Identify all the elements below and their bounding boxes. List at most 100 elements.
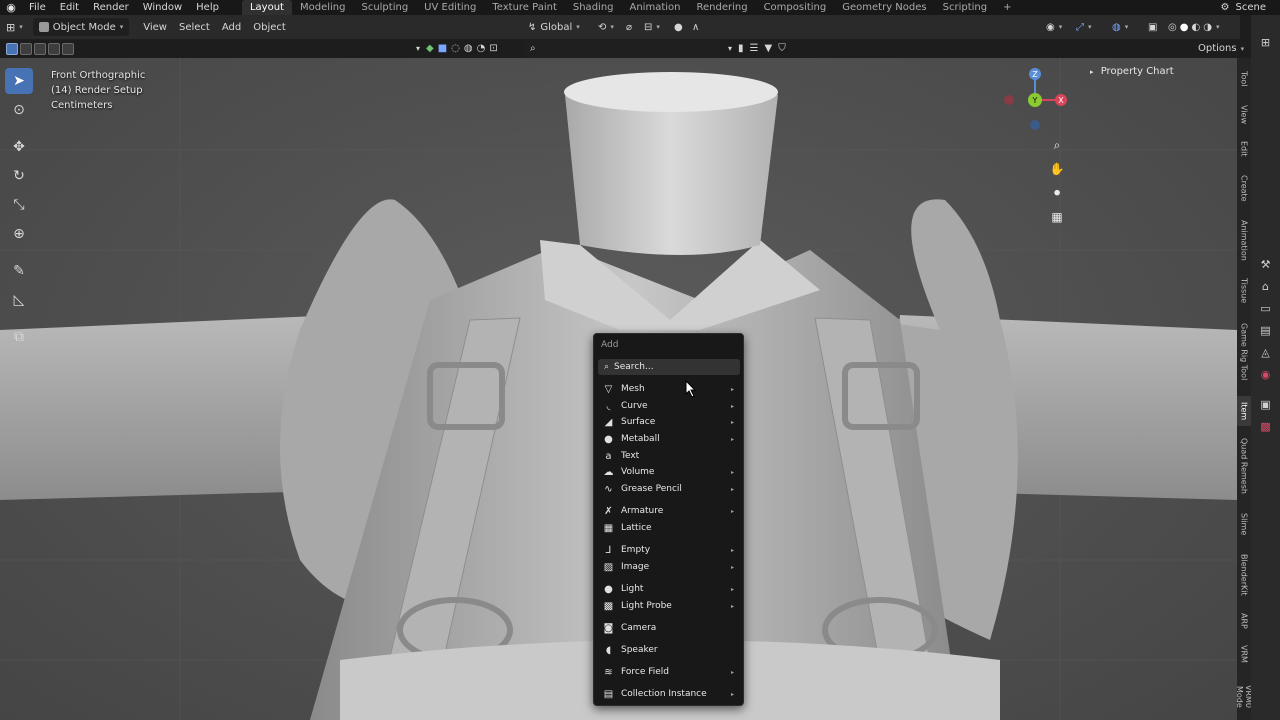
rotate-tool-icon[interactable]: ↻ <box>5 163 33 189</box>
menu-item-mesh[interactable]: ▽ Mesh ▸ <box>598 381 740 397</box>
select-subtract-icon[interactable] <box>34 42 46 55</box>
menu-item-light-probe[interactable]: ▩ Light Probe ▸ <box>598 598 740 614</box>
snap-icon[interactable]: ⌀ <box>620 18 638 36</box>
menu-item-force-field[interactable]: ≋ Force Field ▸ <box>598 664 740 680</box>
side-tab-quad-remesh[interactable]: Quad Remesh <box>1237 432 1251 500</box>
outliner-search-input[interactable]: ⌕ <box>524 39 720 58</box>
scene-properties-icon[interactable]: ◬ <box>1251 341 1280 363</box>
side-tab-animation[interactable]: Animation <box>1237 214 1251 266</box>
mode-dropdown[interactable]: Object Mode ▾ <box>32 18 130 36</box>
side-tab-vrm0-mode[interactable]: VRM0 Mode <box>1235 674 1253 720</box>
menu-item-curve[interactable]: ◟ Curve ▸ <box>598 398 740 414</box>
add-cube-tool-icon[interactable]: ⧉ <box>5 324 33 350</box>
scene-globe-icon[interactable]: ◆ <box>426 43 434 54</box>
tab-animation[interactable]: Animation <box>622 0 689 15</box>
material-filter-icon[interactable]: ◍ <box>464 43 473 54</box>
side-tab-view[interactable]: View <box>1237 100 1251 128</box>
tab-layout[interactable]: Layout <box>241 0 292 15</box>
navigation-gizmo[interactable]: Z Y X <box>995 62 1075 142</box>
list-view-icon[interactable]: ☰ <box>750 43 759 54</box>
tab-geometry-nodes[interactable]: Geometry Nodes <box>834 0 934 15</box>
tab-shading[interactable]: Shading <box>565 0 622 15</box>
cursor-tool-icon[interactable]: ⊙ <box>5 97 33 123</box>
menu-item-camera[interactable]: ◙ Camera <box>598 620 740 636</box>
tab-uv-editing[interactable]: UV Editing <box>416 0 484 15</box>
tab-sculpting[interactable]: Sculpting <box>353 0 416 15</box>
menu-help[interactable]: Help <box>189 0 226 15</box>
tool-properties-icon[interactable]: ⚒ <box>1251 253 1280 275</box>
options-dropdown[interactable]: Options ▾ <box>1192 40 1250 58</box>
transform-orientation-dropdown[interactable]: ↯ Global ▾ <box>522 18 586 36</box>
world-properties-icon[interactable]: ◉ <box>1251 363 1280 385</box>
material-shading-icon[interactable]: ◐ <box>1191 22 1200 33</box>
scale-tool-icon[interactable]: ⤡ <box>5 192 33 218</box>
overlay-toggle-icon[interactable]: ◍ ▾ <box>1106 18 1134 36</box>
menu-add[interactable]: Add <box>216 18 247 36</box>
xray-icon[interactable]: ▣ <box>1142 18 1163 36</box>
render-properties-icon[interactable]: ⌂ <box>1251 275 1280 297</box>
menu-window[interactable]: Window <box>136 0 189 15</box>
select-intersect-icon[interactable] <box>62 42 74 55</box>
add-menu-search-input[interactable]: ⌕ Search... <box>598 359 740 375</box>
light-filter-icon[interactable]: ◔ <box>477 43 486 54</box>
move-tool-icon[interactable]: ✥ <box>5 134 33 160</box>
side-tab-edit[interactable]: Edit <box>1237 136 1251 162</box>
rendered-shading-icon[interactable]: ◑ <box>1203 22 1212 33</box>
select-new-icon[interactable] <box>6 42 18 55</box>
menu-item-empty[interactable]: ⅃ Empty ▸ <box>598 542 740 558</box>
menu-item-grease-pencil[interactable]: ∿ Grease Pencil ▸ <box>598 481 740 497</box>
side-tab-tool[interactable]: Tool <box>1237 64 1251 94</box>
select-box-tool-icon[interactable]: ➤ <box>5 68 33 94</box>
scene-selector[interactable]: ⚙ Scene <box>1221 0 1266 15</box>
side-tab-game-rig-tool[interactable]: Game Rig Tool <box>1237 316 1251 388</box>
menu-select[interactable]: Select <box>173 18 216 36</box>
menu-item-armature[interactable]: ✗ Armature ▸ <box>598 503 740 519</box>
shield-icon[interactable]: ⛉ <box>778 43 786 54</box>
dropdown-chevron-icon[interactable]: ▾ <box>728 44 732 53</box>
ortho-grid-icon[interactable]: ▦ <box>1048 208 1066 226</box>
wireframe-shading-icon[interactable]: ◎ <box>1168 22 1177 33</box>
view-layer-icon[interactable]: ▤ <box>1251 319 1280 341</box>
funnel-filter-icon[interactable]: ▼ <box>765 43 773 54</box>
menu-edit[interactable]: Edit <box>53 0 86 15</box>
annotate-tool-icon[interactable]: ✎ <box>5 258 33 284</box>
menu-item-image[interactable]: ▨ Image ▸ <box>598 559 740 575</box>
shading-modes[interactable]: ◎ ● ◐ ◑ ▾ <box>1162 18 1225 36</box>
pivot-icon[interactable]: ⟲ ▾ <box>592 18 620 36</box>
menu-item-light[interactable]: ● Light ▸ <box>598 581 740 597</box>
side-tab-item[interactable]: Item <box>1237 396 1251 426</box>
menu-item-volume[interactable]: ☁ Volume ▸ <box>598 464 740 480</box>
menu-object[interactable]: Object <box>247 18 292 36</box>
camera-filter-icon[interactable]: ⊡ <box>489 43 497 54</box>
side-tab-create[interactable]: Create <box>1237 170 1251 206</box>
side-tab-arp[interactable]: ARP <box>1237 608 1251 634</box>
tab-rendering[interactable]: Rendering <box>688 0 755 15</box>
select-extend-icon[interactable] <box>20 42 32 55</box>
editor-type-button[interactable]: ⊞ ▾ <box>0 18 29 36</box>
select-invert-icon[interactable] <box>48 42 60 55</box>
gizmo-toggle-icon[interactable]: ⤢ ▾ <box>1070 18 1098 36</box>
pan-hand-icon[interactable]: ✋ <box>1048 160 1066 178</box>
bookmark-icon[interactable]: ▮ <box>738 43 744 54</box>
visibility-icon[interactable]: ◉ ▾ <box>1040 18 1068 36</box>
collection-properties-icon[interactable]: ▣ <box>1251 393 1280 415</box>
outliner-expand-icon[interactable]: ⊞ <box>1251 31 1280 53</box>
side-tab-blenderkit[interactable]: BlenderKit <box>1237 548 1251 602</box>
measure-tool-icon[interactable]: ◺ <box>5 287 33 313</box>
menu-item-text[interactable]: a Text <box>598 448 740 464</box>
solid-shading-icon[interactable]: ● <box>1180 22 1189 33</box>
tab-scripting[interactable]: Scripting <box>935 0 995 15</box>
output-properties-icon[interactable]: ▭ <box>1251 297 1280 319</box>
side-tab-slime[interactable]: Slime <box>1237 506 1251 542</box>
axis-gizmo-icon[interactable]: Z Y X <box>995 62 1075 142</box>
side-tab-vrm[interactable]: VRM <box>1237 640 1251 668</box>
menu-item-speaker[interactable]: ◖ Speaker <box>598 642 740 658</box>
menu-item-collection-instance[interactable]: ▤ Collection Instance ▸ <box>598 686 740 702</box>
camera-view-icon[interactable]: ⚫ <box>1048 184 1066 202</box>
menu-file[interactable]: File <box>22 0 53 15</box>
property-chart-panel[interactable]: ▸ Property Chart <box>1090 66 1174 77</box>
zoom-icon[interactable]: ⌕ <box>1048 136 1066 154</box>
add-workspace-button[interactable]: + <box>995 0 1019 15</box>
texture-properties-icon[interactable]: ▩ <box>1251 415 1280 437</box>
mesh-filter-icon[interactable]: ◌ <box>451 43 460 54</box>
